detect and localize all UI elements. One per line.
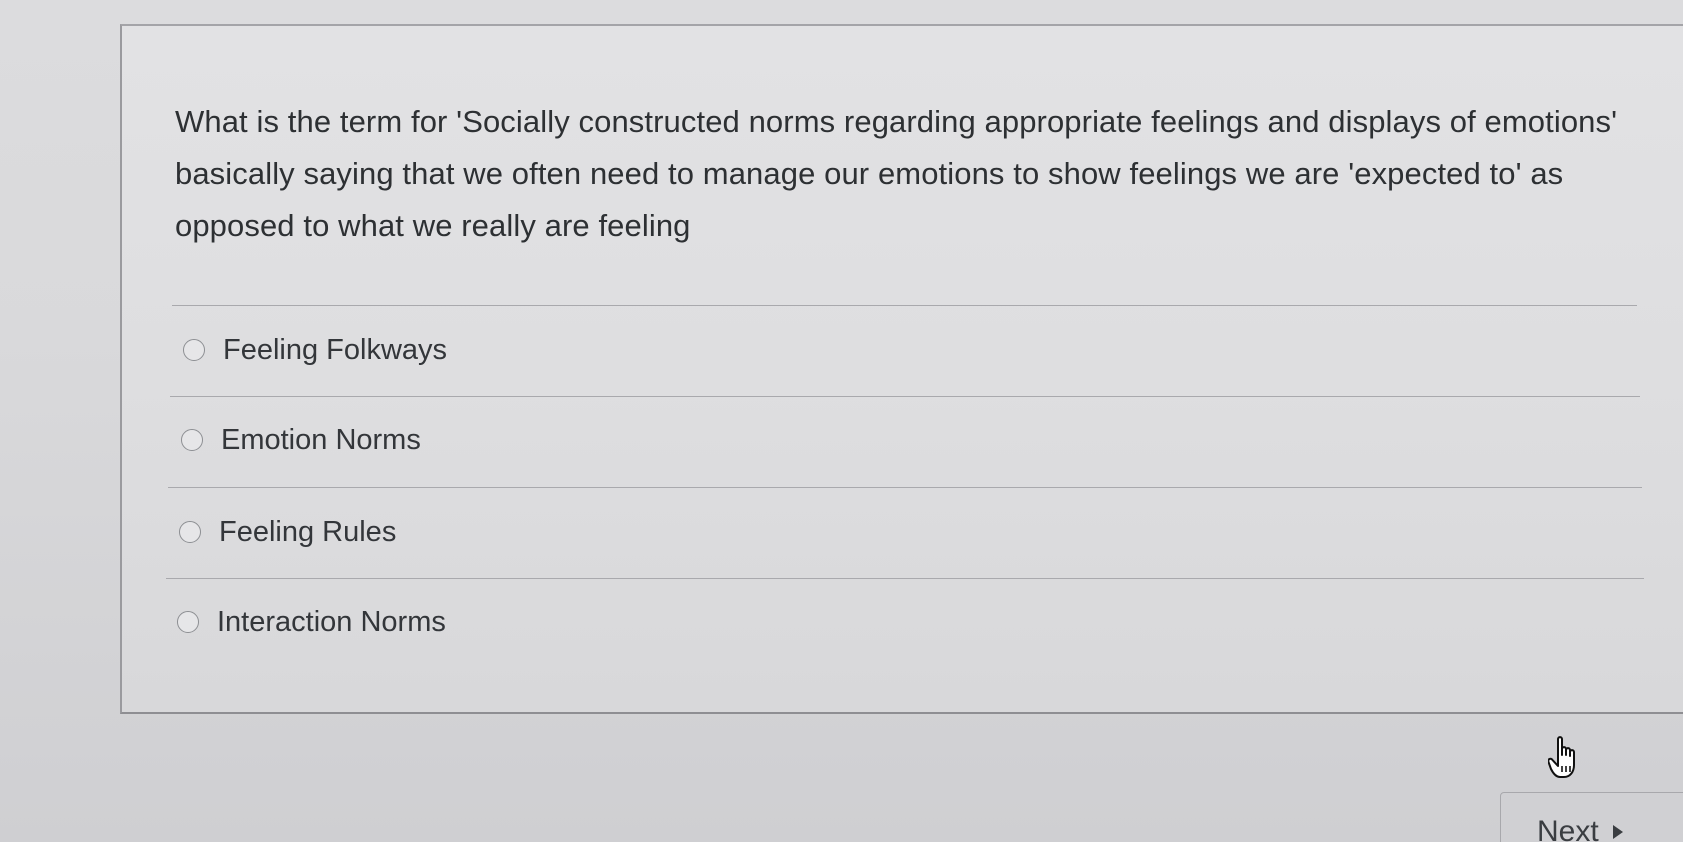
question-text: What is the term for 'Socially construct… — [175, 104, 1618, 243]
divider — [166, 578, 1644, 579]
quiz-screen: What is the term for 'Socially construct… — [0, 0, 1683, 842]
answer-label: Feeling Rules — [219, 515, 397, 548]
radio-button[interactable] — [179, 521, 201, 543]
next-button-label: Next — [1537, 815, 1599, 842]
next-button[interactable]: Next — [1500, 792, 1683, 842]
divider — [172, 305, 1637, 306]
radio-button[interactable] — [177, 611, 199, 633]
answer-option-interaction-norms[interactable]: Interaction Norms — [177, 602, 446, 642]
radio-button[interactable] — [181, 429, 203, 451]
answer-label: Interaction Norms — [217, 605, 446, 638]
radio-button[interactable] — [183, 339, 205, 361]
answer-option-emotion-norms[interactable]: Emotion Norms — [181, 420, 421, 460]
answer-label: Feeling Folkways — [223, 333, 448, 366]
answer-option-feeling-rules[interactable]: Feeling Rules — [179, 512, 396, 552]
divider — [168, 487, 1642, 488]
triangle-right-icon — [1612, 825, 1623, 839]
hand-pointer-icon — [1548, 736, 1575, 778]
answer-option-feeling-folkways[interactable]: Feeling Folkways — [183, 330, 447, 370]
divider — [170, 396, 1640, 397]
answer-label: Emotion Norms — [221, 423, 421, 456]
